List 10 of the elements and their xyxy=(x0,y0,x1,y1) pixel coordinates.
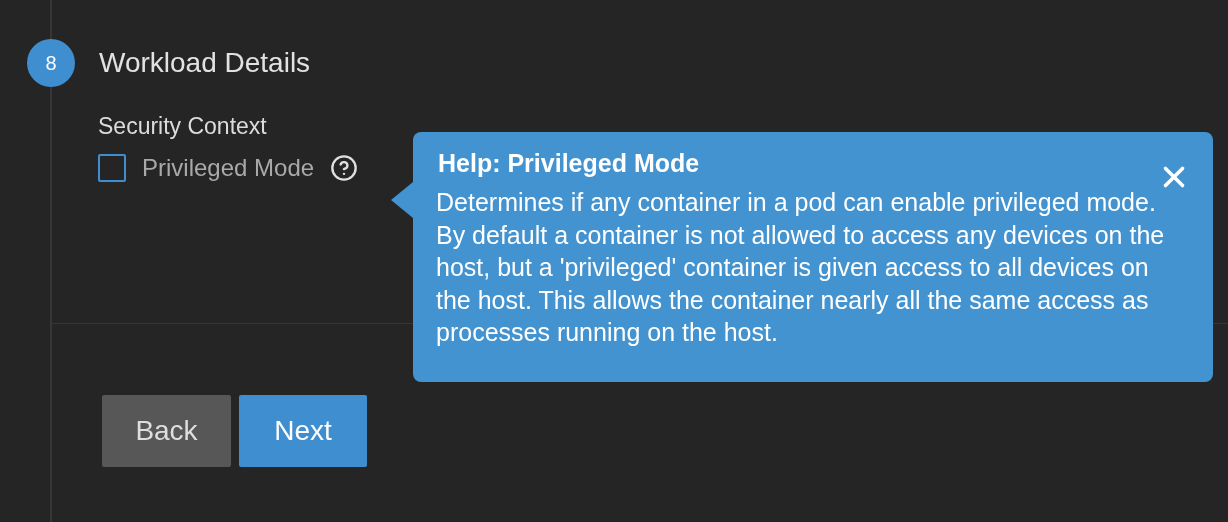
section-label: Security Context xyxy=(98,113,267,140)
step-title: Workload Details xyxy=(99,47,311,79)
back-button[interactable]: Back xyxy=(102,395,231,467)
help-title: Help: Privileged Mode xyxy=(438,149,701,178)
checkbox-label: Privileged Mode xyxy=(142,154,315,182)
help-text: Determines if any container in a pod can enable privileged mode. By default a container is not allowed to access any devices on the host, but a 'privileged' container is given access to all devices on the host. This allows the container nearly all the same access as processes running on the host. xyxy=(436,187,1166,348)
step-number: 8 xyxy=(27,39,75,87)
next-button[interactable]: Next xyxy=(239,395,367,467)
help-icon[interactable] xyxy=(330,154,359,182)
checkbox[interactable] xyxy=(98,154,126,182)
